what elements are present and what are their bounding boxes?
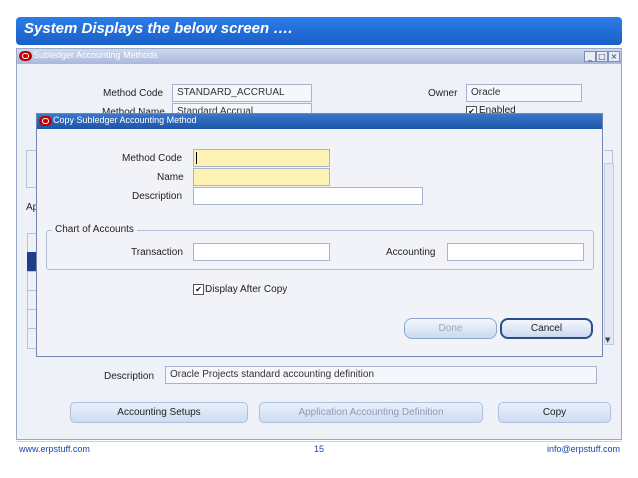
transaction-label: Transaction	[131, 247, 183, 258]
accounting-setups-label: Accounting Setups	[117, 407, 201, 418]
description-field[interactable]: Oracle Projects standard accounting defi…	[165, 366, 597, 384]
cancel-button[interactable]: Cancel	[500, 318, 593, 339]
description-label: Description	[104, 371, 155, 382]
dialog-method-code-label: Method Code	[122, 153, 183, 164]
display-after-copy-label: Display After Copy	[205, 284, 288, 295]
oracle-icon	[19, 51, 32, 61]
copy-button[interactable]: Copy	[498, 402, 611, 423]
accounting-input[interactable]	[447, 243, 584, 261]
maximize-button[interactable]: □	[596, 51, 608, 62]
cancel-label: Cancel	[530, 323, 563, 334]
display-after-copy-checkbox[interactable]: ✔	[193, 284, 204, 295]
dialog-description-input[interactable]	[193, 187, 423, 205]
application-accounting-definition-button[interactable]: Application Accounting Definition	[259, 402, 483, 423]
dialog-title: Copy Subledger Accounting Method	[53, 115, 197, 125]
dialog-description-label: Description	[132, 191, 183, 202]
footer-divider	[16, 441, 622, 442]
owner-field[interactable]: Oracle	[466, 84, 582, 102]
accounting-setups-button[interactable]: Accounting Setups	[70, 402, 248, 423]
footer-email[interactable]: info@erpstuff.com	[547, 444, 620, 454]
method-code-field[interactable]: STANDARD_ACCRUAL	[172, 84, 312, 102]
chart-of-accounts-label: Chart of Accounts	[52, 224, 137, 235]
vertical-scrollbar[interactable]	[604, 163, 614, 345]
owner-label: Owner	[428, 88, 458, 99]
row-selector-current[interactable]	[27, 252, 36, 271]
scroll-down-icon[interactable]: ▼	[605, 336, 610, 344]
dialog-method-code-input[interactable]	[193, 149, 330, 167]
accounting-label: Accounting	[386, 247, 436, 258]
dialog-name-input[interactable]	[193, 168, 330, 186]
footer-website[interactable]: www.erpstuff.com	[19, 444, 90, 454]
close-button[interactable]: ×	[608, 51, 620, 62]
oracle-icon	[39, 116, 52, 126]
application-accounting-definition-label: Application Accounting Definition	[298, 407, 444, 418]
method-code-label: Method Code	[103, 88, 164, 99]
minimize-button[interactable]: _	[584, 51, 596, 62]
transaction-input[interactable]	[193, 243, 330, 261]
window-title: Subledger Accounting Methods	[33, 50, 158, 60]
done-label: Done	[438, 323, 463, 334]
dialog-name-label: Name	[157, 172, 184, 183]
done-button[interactable]: Done	[404, 318, 497, 339]
page-number: 15	[314, 444, 325, 454]
slide-title: System Displays the below screen ….	[24, 20, 293, 37]
text-cursor	[196, 152, 197, 164]
copy-label: Copy	[542, 407, 567, 418]
